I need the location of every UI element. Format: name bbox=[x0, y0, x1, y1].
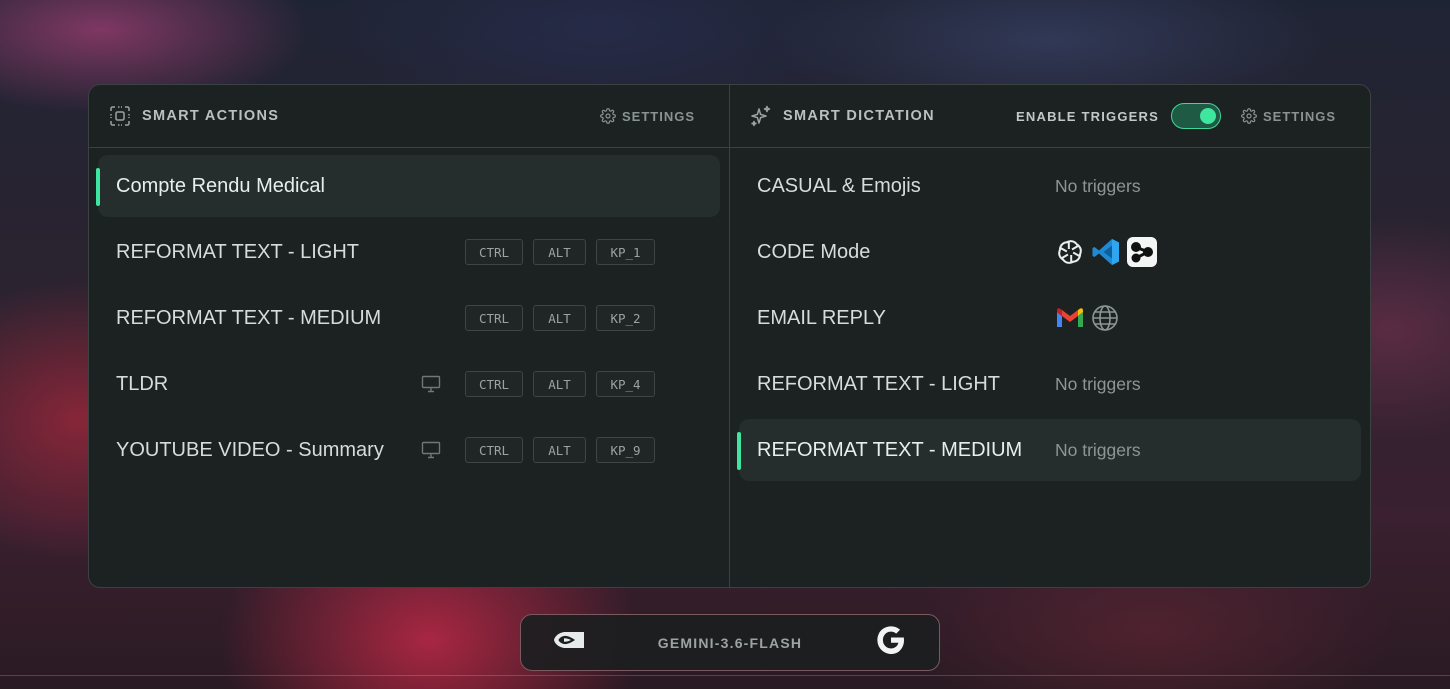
action-label: Compte Rendu Medical bbox=[116, 174, 325, 197]
list-item[interactable]: REFORMAT TEXT - LIGHT CTRL ALT KP_1 bbox=[98, 221, 720, 283]
action-label: REFORMAT TEXT - MEDIUM bbox=[116, 306, 382, 329]
key-badge: KP_4 bbox=[596, 371, 655, 397]
key-badge: KP_9 bbox=[596, 437, 655, 463]
triggers-status: No triggers bbox=[1055, 373, 1141, 394]
monitor-icon bbox=[421, 373, 443, 395]
model-name: GEMINI-3.6-FLASH bbox=[657, 634, 803, 651]
list-item[interactable]: TLDR CTRL ALT KP_4 bbox=[98, 353, 720, 415]
dictation-label: CODE Mode bbox=[757, 240, 871, 263]
shortcut-keys: CTRL ALT KP_4 bbox=[421, 371, 655, 397]
key-badge: CTRL bbox=[465, 239, 523, 265]
key-badge: KP_2 bbox=[596, 305, 655, 331]
settings-label: SETTINGS bbox=[1262, 108, 1336, 124]
monitor-icon bbox=[421, 439, 443, 461]
nvidia-icon bbox=[553, 629, 585, 656]
action-label: REFORMAT TEXT - LIGHT bbox=[116, 240, 359, 263]
model-selector[interactable]: GEMINI-3.6-FLASH bbox=[520, 614, 940, 671]
key-badge: ALT bbox=[533, 239, 586, 265]
main-panel: SMART ACTIONS SETTINGS Compte Rendu Medi… bbox=[88, 84, 1371, 588]
settings-label: SETTINGS bbox=[621, 108, 695, 124]
shortcut-keys: CTRL ALT KP_1 bbox=[455, 239, 655, 265]
key-badge: KP_1 bbox=[596, 239, 655, 265]
enable-triggers-label: ENABLE TRIGGERS bbox=[1016, 108, 1159, 124]
smart-actions-header: SMART ACTIONS SETTINGS bbox=[89, 85, 729, 148]
shortcut-keys: CTRL ALT KP_2 bbox=[455, 305, 655, 331]
list-item[interactable]: REFORMAT TEXT - MEDIUM CTRL ALT KP_2 bbox=[98, 287, 720, 349]
triggers-status: No triggers bbox=[1055, 439, 1141, 460]
chatgpt-icon bbox=[1055, 237, 1085, 267]
key-badge: CTRL bbox=[465, 305, 523, 331]
action-label: TLDR bbox=[116, 372, 169, 395]
bottom-divider bbox=[0, 675, 1450, 676]
smart-actions-title: SMART ACTIONS bbox=[142, 108, 280, 124]
list-item[interactable]: REFORMAT TEXT - LIGHT No triggers bbox=[739, 353, 1361, 415]
dictation-label: REFORMAT TEXT - MEDIUM bbox=[757, 438, 1023, 461]
shortcut-keys: CTRL ALT KP_9 bbox=[421, 437, 655, 463]
vscode-icon bbox=[1091, 237, 1121, 267]
toggle-knob bbox=[1199, 108, 1216, 124]
smart-dictation-header: SMART DICTATION ENABLE TRIGGERS SETTINGS bbox=[730, 85, 1370, 148]
dictation-label: EMAIL REPLY bbox=[757, 306, 886, 329]
key-badge: CTRL bbox=[465, 437, 523, 463]
smart-actions-column: SMART ACTIONS SETTINGS Compte Rendu Medi… bbox=[89, 85, 730, 587]
action-label: YOUTUBE VIDEO - Summary bbox=[116, 438, 384, 461]
key-badge: ALT bbox=[533, 305, 586, 331]
trigger-icons bbox=[1055, 304, 1125, 332]
list-item[interactable]: REFORMAT TEXT - MEDIUM No triggers bbox=[737, 419, 1361, 481]
app-logo-icon bbox=[1127, 237, 1157, 267]
smart-actions-list: Compte Rendu Medical REFORMAT TEXT - LIG… bbox=[89, 148, 729, 481]
smart-actions-settings-button[interactable]: SETTINGS bbox=[600, 108, 695, 124]
key-badge: CTRL bbox=[465, 371, 523, 397]
key-badge: ALT bbox=[533, 371, 586, 397]
select-frame-icon bbox=[109, 105, 131, 127]
smart-dictation-title: SMART DICTATION bbox=[783, 108, 935, 124]
trigger-icons bbox=[1055, 237, 1163, 267]
gear-icon bbox=[600, 108, 616, 124]
dictation-label: CASUAL & Emojis bbox=[757, 174, 921, 197]
google-icon bbox=[875, 624, 907, 661]
list-item[interactable]: YOUTUBE VIDEO - Summary CTRL ALT KP_9 bbox=[98, 419, 720, 481]
smart-dictation-list: CASUAL & Emojis No triggers CODE Mode EM… bbox=[730, 148, 1370, 481]
list-item[interactable]: CODE Mode bbox=[739, 221, 1361, 283]
gmail-icon bbox=[1055, 306, 1085, 330]
smart-dictation-column: SMART DICTATION ENABLE TRIGGERS SETTINGS… bbox=[730, 85, 1370, 587]
list-item[interactable]: EMAIL REPLY bbox=[739, 287, 1361, 349]
smart-dictation-settings-button[interactable]: SETTINGS bbox=[1241, 108, 1336, 124]
enable-triggers-toggle[interactable] bbox=[1170, 103, 1221, 129]
list-item[interactable]: CASUAL & Emojis No triggers bbox=[739, 155, 1361, 217]
sparkles-icon bbox=[750, 105, 772, 127]
gear-icon bbox=[1241, 108, 1257, 124]
key-badge: ALT bbox=[533, 437, 586, 463]
list-item[interactable]: Compte Rendu Medical bbox=[96, 155, 720, 217]
dictation-label: REFORMAT TEXT - LIGHT bbox=[757, 372, 1000, 395]
triggers-status: No triggers bbox=[1055, 175, 1141, 196]
globe-icon bbox=[1091, 304, 1119, 332]
